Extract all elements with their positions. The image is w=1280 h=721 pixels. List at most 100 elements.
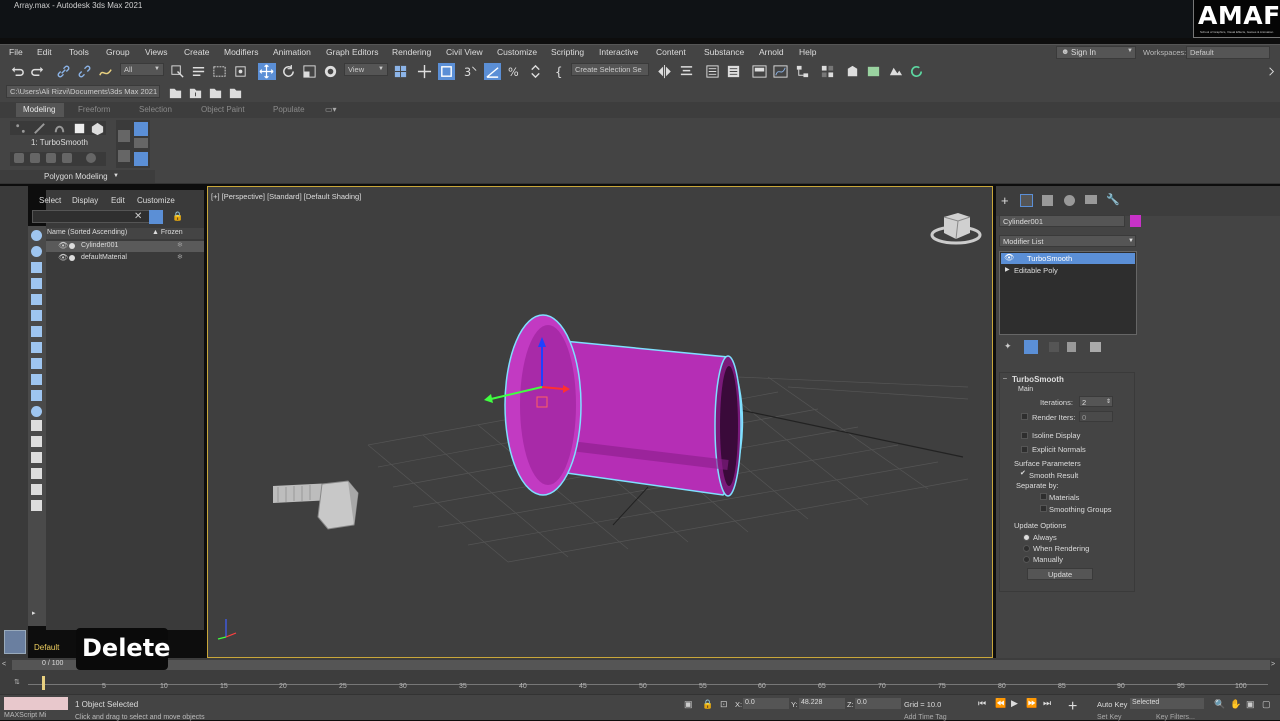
invert-display-icon[interactable] <box>31 468 42 479</box>
isoline-checkbox[interactable] <box>1021 432 1028 439</box>
eye-icon[interactable]: 👁 <box>58 253 68 262</box>
modifier-stack-label[interactable]: 1: TurboSmooth <box>31 138 88 147</box>
material-editor-icon[interactable] <box>820 64 835 79</box>
menu-scripting[interactable]: Scripting <box>551 47 584 57</box>
tool-icon[interactable] <box>62 153 72 163</box>
pivot-center-icon[interactable] <box>393 64 408 79</box>
menu-animation[interactable]: Animation <box>273 47 311 57</box>
menu-modifiers[interactable]: Modifiers <box>224 47 258 57</box>
display-bones-icon[interactable] <box>31 374 42 385</box>
manually-radio[interactable] <box>1023 556 1030 563</box>
tab-modeling[interactable]: Modeling <box>16 103 64 117</box>
display-xrefs-icon[interactable] <box>31 358 42 369</box>
close-icon[interactable]: ✕ <box>134 211 142 222</box>
save-folder-icon[interactable] <box>208 85 223 100</box>
select-object-icon[interactable] <box>170 64 185 79</box>
pan-icon[interactable]: ✋ <box>1230 699 1241 710</box>
set-key-icon[interactable]: + <box>1068 698 1077 716</box>
rollout-title[interactable]: TurboSmooth <box>1012 375 1064 384</box>
explicit-normals-checkbox[interactable] <box>1021 446 1028 453</box>
modifier-list-dropdown[interactable]: Modifier List ▼ <box>999 235 1136 247</box>
spinner-icon[interactable]: ⇕ <box>1106 398 1111 405</box>
menu-group[interactable]: Group <box>106 47 130 57</box>
toolbar-overflow-icon[interactable] <box>1264 64 1279 79</box>
layer-icon[interactable] <box>31 500 42 511</box>
menu-tools[interactable]: Tools <box>69 47 89 57</box>
curve-editor-icon[interactable] <box>773 64 788 79</box>
project-settings-icon[interactable] <box>228 85 243 100</box>
current-layer[interactable]: Default <box>34 643 59 652</box>
window-crossing-icon[interactable] <box>233 64 248 79</box>
sign-in-button[interactable]: ☻ Sign In ▼ <box>1056 46 1136 59</box>
next-frame-icon[interactable]: ⏩ <box>1026 698 1037 709</box>
go-to-end-icon[interactable]: ⏭ <box>1043 698 1051 709</box>
display-helpers-icon[interactable] <box>31 310 42 321</box>
expand-icon[interactable]: ▶ <box>1005 266 1010 273</box>
unlink-icon[interactable] <box>77 64 92 79</box>
expand-icon[interactable]: ▸ <box>32 609 36 617</box>
show-end-result-icon[interactable] <box>1024 340 1038 354</box>
iterations-spinner[interactable]: 2 ⇕ <box>1079 396 1113 407</box>
open-folder-icon[interactable] <box>188 85 203 100</box>
create-tab-icon[interactable]: + <box>1001 193 1009 208</box>
tool-icon[interactable] <box>30 153 40 163</box>
display-geometry-icon[interactable] <box>31 246 42 257</box>
layer-explorer-icon[interactable] <box>726 64 741 79</box>
selection-filter-dropdown[interactable]: All ▼ <box>120 63 164 76</box>
object-color-swatch[interactable] <box>1130 215 1141 227</box>
pin-stack-icon[interactable] <box>134 152 148 166</box>
display-shapes-icon[interactable] <box>31 262 42 273</box>
menu-arnold[interactable]: Arnold <box>759 47 784 57</box>
col-frozen[interactable]: ▲ Frozen <box>152 229 183 236</box>
menu-graph-editors[interactable]: Graph Editors <box>326 47 378 57</box>
perspective-viewport[interactable]: [+] [Perspective] [Standard] [Default Sh… <box>207 186 993 658</box>
menu-rendering[interactable]: Rendering <box>392 47 431 57</box>
percent-snap-icon[interactable]: % <box>507 64 522 79</box>
when-rendering-radio[interactable] <box>1023 545 1030 552</box>
filter-icon[interactable] <box>149 210 163 224</box>
col-name[interactable]: Name (Sorted Ascending) <box>47 229 127 236</box>
make-unique-icon[interactable] <box>1049 342 1059 352</box>
move-icon[interactable] <box>258 63 276 80</box>
display-groups-icon[interactable] <box>31 342 42 353</box>
zoom-icon[interactable]: 🔍 <box>1214 699 1225 710</box>
zoom-extents-icon[interactable]: ▣ <box>1246 699 1255 710</box>
display-hidden-icon[interactable] <box>31 420 42 431</box>
viewport-scene[interactable] <box>208 187 994 659</box>
redo-icon[interactable] <box>30 64 45 79</box>
filter-icon[interactable] <box>31 484 42 495</box>
render-active-shade-icon[interactable] <box>909 64 924 79</box>
display-none-icon[interactable] <box>31 452 42 463</box>
border-icon[interactable] <box>52 121 65 133</box>
ref-coord-dropdown[interactable]: View ▼ <box>344 63 388 76</box>
render-iters-checkbox[interactable] <box>1021 413 1028 420</box>
rect-selection-icon[interactable] <box>212 64 227 79</box>
display-all-icon[interactable] <box>31 230 42 241</box>
workspace-dropdown[interactable]: Default <box>1186 46 1270 59</box>
hierarchy-tab-icon[interactable] <box>1042 195 1053 206</box>
layer-toggle-icon[interactable] <box>4 630 26 654</box>
eye-icon[interactable]: 👁 <box>58 241 68 250</box>
go-to-start-icon[interactable]: ⏮ <box>978 698 986 709</box>
ribbon-toggle-icon[interactable] <box>752 64 767 79</box>
time-prev-icon[interactable]: < <box>2 661 6 668</box>
tab-selection[interactable]: Selection <box>139 105 172 114</box>
object-name-field[interactable]: Cylinder001 <box>999 215 1125 227</box>
menu-content[interactable]: Content <box>656 47 686 57</box>
display-cameras-icon[interactable] <box>31 294 42 305</box>
utilities-tab-icon[interactable]: 🔧 <box>1106 193 1120 206</box>
checkmark-icon[interactable]: ✔ <box>1020 469 1026 477</box>
motion-tab-icon[interactable] <box>1064 195 1075 206</box>
rollout-toggle-icon[interactable]: – <box>1003 375 1007 382</box>
vertex-icon[interactable] <box>13 121 25 133</box>
trackbar-ruler[interactable] <box>28 684 1268 685</box>
render-production-icon[interactable] <box>888 64 903 79</box>
undo-icon[interactable] <box>10 64 25 79</box>
tool-icon[interactable] <box>118 130 130 142</box>
scale-icon[interactable] <box>302 64 317 79</box>
lock-icon[interactable]: 🔒 <box>172 211 183 222</box>
se-menu-select[interactable]: Select <box>39 196 61 205</box>
place-icon[interactable] <box>323 64 338 79</box>
menu-file[interactable]: File <box>9 47 23 57</box>
modify-tab-icon[interactable] <box>1020 194 1033 207</box>
